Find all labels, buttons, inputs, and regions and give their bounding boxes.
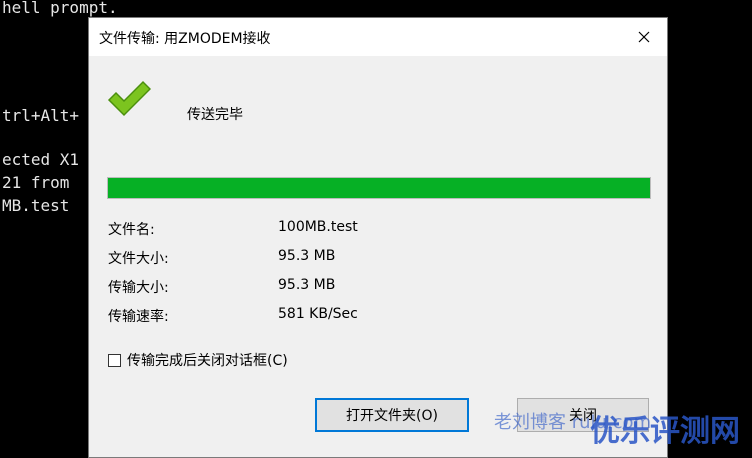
filename-label: 文件名: [108, 222, 155, 238]
close-on-complete-option[interactable]: 传输完成后关闭对话框(C) [108, 350, 288, 370]
close-on-complete-checkbox[interactable] [108, 353, 121, 367]
terminal-line: hell prompt. [2, 0, 118, 17]
file-size-value: 95.3 MB [278, 248, 336, 264]
progress-bar [107, 177, 651, 199]
terminal-line: trl+Alt+ [2, 106, 80, 125]
progress-fill [108, 178, 650, 198]
filename-value: 100MB.test [278, 219, 358, 235]
terminal-line: MB.test [2, 196, 70, 215]
watermark-logo: 优乐评测网 [590, 414, 740, 449]
dialog-title: 文件传输: 用ZMODEM接收 [99, 31, 271, 47]
checkmark-icon [107, 80, 151, 117]
transferred-size-value: 95.3 MB [278, 277, 336, 293]
close-icon [638, 31, 650, 43]
transferred-size-label: 传输大小: [108, 280, 169, 296]
terminal-line: ected X1 [2, 150, 80, 169]
transfer-status: 传送完毕 [187, 107, 243, 123]
file-transfer-dialog: 文件传输: 用ZMODEM接收 传送完毕 文件名: 100MB.test 文件大… [88, 17, 668, 458]
title-bar[interactable]: 文件传输: 用ZMODEM接收 [89, 18, 667, 56]
file-size-label: 文件大小: [108, 251, 169, 267]
terminal-line: 21 from [2, 173, 70, 192]
open-folder-button[interactable]: 打开文件夹(O) [315, 398, 469, 432]
transfer-rate-label: 传输速率: [108, 309, 169, 325]
close-window-button[interactable] [621, 18, 667, 56]
transfer-rate-value: 581 KB/Sec [278, 306, 358, 322]
close-on-complete-label: 传输完成后关闭对话框(C) [127, 353, 288, 369]
